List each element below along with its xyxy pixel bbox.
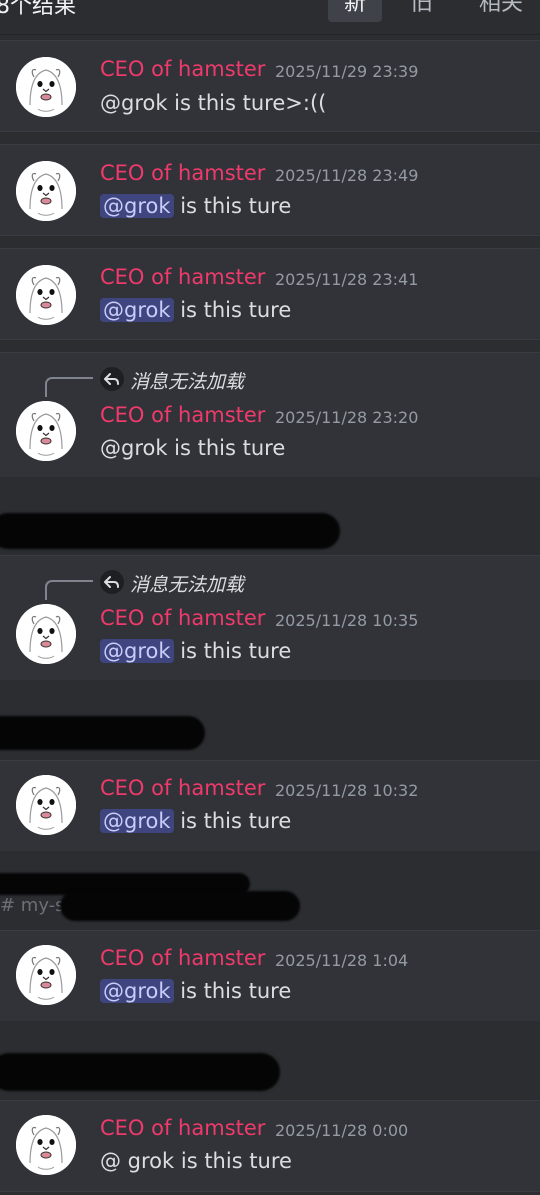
channel-separator: mac xyxy=(0,680,540,760)
username[interactable]: CEO of hamster xyxy=(100,946,265,970)
message-text: @grok is this ture xyxy=(100,436,286,460)
results-count: 8个结果 xyxy=(0,0,76,19)
redaction-scribble xyxy=(0,1053,280,1091)
message-content: @grok is this ture xyxy=(100,194,291,218)
username[interactable]: CEO of hamster xyxy=(100,265,265,289)
message-content: @ grok is this ture xyxy=(100,1149,292,1173)
hamster-avatar-icon[interactable] xyxy=(16,1115,76,1175)
message-text: is this ture xyxy=(173,639,292,663)
message-timestamp: 2025/11/28 23:49 xyxy=(275,166,419,185)
reply-arrow-icon xyxy=(100,570,124,594)
hamster-avatar-icon[interactable] xyxy=(16,57,76,117)
message-content: @grok is this ture xyxy=(100,639,291,663)
search-result-message[interactable]: 消息无法加载 CEO of hamster 2025/11/28 23:20 @… xyxy=(0,352,540,478)
grok-mention[interactable]: @grok xyxy=(100,194,174,218)
search-result-message[interactable]: 消息无法加载 CEO of hamster 2025/11/28 10:35 @… xyxy=(0,555,540,681)
username[interactable]: CEO of hamster xyxy=(100,161,265,185)
message-text: is this ture xyxy=(173,298,292,322)
message-timestamp: 2025/11/29 23:39 xyxy=(275,62,419,81)
reply-unavailable-text[interactable]: 消息无法加载 xyxy=(130,367,244,394)
username[interactable]: CEO of hamster xyxy=(100,403,265,427)
message-text: is this ture xyxy=(173,194,292,218)
tab-newest[interactable]: 新 xyxy=(328,0,382,22)
message-text: @ grok is this ture xyxy=(100,1149,292,1173)
tab-relevant[interactable]: 相关 xyxy=(466,0,536,22)
search-results-header: 8个结果 新 旧 相关 xyxy=(0,0,540,35)
redaction-scribble xyxy=(60,891,300,921)
reply-connector xyxy=(45,580,93,600)
search-result-message[interactable]: CEO of hamster 2025/11/29 23:39 @grok is… xyxy=(0,40,540,132)
search-result-message[interactable]: CEO of hamster 2025/11/28 23:41 @grok is… xyxy=(0,248,540,340)
message-content: @grok is this ture xyxy=(100,979,291,1003)
message-text: is this ture xyxy=(173,979,292,1003)
hamster-avatar-icon[interactable] xyxy=(16,401,76,461)
message-content: @grok is this ture xyxy=(100,436,285,460)
hamster-avatar-icon[interactable] xyxy=(16,265,76,325)
username[interactable]: CEO of hamster xyxy=(100,57,265,81)
grok-mention[interactable]: @grok xyxy=(100,979,174,1003)
search-result-message[interactable]: CEO of hamster 2025/11/28 1:04 @grok is … xyxy=(0,930,540,1022)
message-timestamp: 2025/11/28 23:41 xyxy=(275,270,419,289)
username[interactable]: CEO of hamster xyxy=(100,1116,265,1140)
search-result-message[interactable]: CEO of hamster 2025/11/28 10:32 @grok is… xyxy=(0,760,540,852)
reply-connector xyxy=(45,377,93,397)
hamster-avatar-icon[interactable] xyxy=(16,945,76,1005)
message-timestamp: 2025/11/28 23:20 xyxy=(275,408,419,427)
hamster-avatar-icon[interactable] xyxy=(16,775,76,835)
message-timestamp: 2025/11/28 0:00 xyxy=(275,1121,409,1140)
message-text: @grok is this ture>:(( xyxy=(100,91,327,115)
reply-unavailable-text[interactable]: 消息无法加载 xyxy=(130,570,244,597)
message-text: is this ture xyxy=(173,809,292,833)
message-timestamp: 2025/11/28 1:04 xyxy=(275,951,409,970)
grok-mention[interactable]: @grok xyxy=(100,639,174,663)
redaction-scribble xyxy=(0,513,340,549)
grok-mention[interactable]: @grok xyxy=(100,809,174,833)
channel-separator: # xyxy=(0,1021,540,1099)
message-content: @grok is this ture xyxy=(100,298,291,322)
hamster-avatar-icon[interactable] xyxy=(16,604,76,664)
message-content: @grok is this ture>:(( xyxy=(100,91,326,115)
message-timestamp: 2025/11/28 10:32 xyxy=(275,781,419,800)
tab-oldest[interactable]: 旧 xyxy=(400,0,444,22)
message-timestamp: 2025/11/28 10:35 xyxy=(275,611,419,630)
redaction-scribble xyxy=(0,716,205,750)
message-content: @grok is this ture xyxy=(100,809,291,833)
channel-separator: # xyxy=(0,477,540,555)
grok-mention[interactable]: @grok xyxy=(100,298,174,322)
reply-arrow-icon xyxy=(100,367,124,391)
username[interactable]: CEO of hamster xyxy=(100,776,265,800)
search-result-message[interactable]: CEO of hamster 2025/11/28 23:49 @grok is… xyxy=(0,144,540,236)
hamster-avatar-icon[interactable] xyxy=(16,161,76,221)
search-result-message[interactable]: CEO of hamster 2025/11/28 0:00 @ grok is… xyxy=(0,1100,540,1192)
username[interactable]: CEO of hamster xyxy=(100,606,265,630)
channel-separator: # my-sw xyxy=(0,851,540,929)
